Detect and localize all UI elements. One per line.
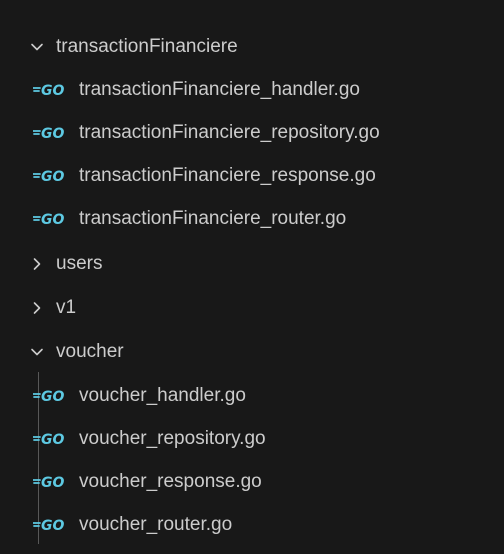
file-item[interactable]: GO voucher_response.go [0, 460, 504, 504]
folder-label: voucher [56, 341, 124, 362]
file-label: voucher_router.go [79, 514, 233, 535]
file-label: transactionFinanciere_handler.go [79, 79, 360, 100]
file-explorer-tree: transactionFinanciere GO transactionFina… [0, 0, 504, 554]
file-item[interactable]: GO transactionFinanciere_response.go [0, 154, 504, 198]
svg-text:GO: GO [41, 475, 64, 491]
svg-text:GO: GO [41, 389, 64, 405]
chevron-down-icon [26, 36, 48, 58]
go-file-icon: GO [33, 515, 75, 535]
folder-voucher[interactable]: voucher [0, 330, 504, 374]
folder-label: v1 [56, 297, 77, 318]
file-item[interactable]: GO transactionFinanciere_router.go [0, 197, 504, 241]
file-item[interactable]: GO transactionFinanciere_repository.go [0, 111, 504, 155]
file-label: transactionFinanciere_response.go [79, 165, 376, 186]
file-label: voucher_repository.go [79, 428, 266, 449]
go-file-icon: GO [33, 209, 75, 229]
folder-transactionfinanciere[interactable]: transactionFinanciere [0, 25, 504, 69]
chevron-right-icon [26, 297, 48, 319]
folder-users[interactable]: users [0, 242, 504, 286]
svg-text:GO: GO [41, 83, 64, 99]
chevron-right-icon [26, 253, 48, 275]
go-file-icon: GO [33, 386, 75, 406]
svg-text:GO: GO [41, 518, 64, 534]
go-file-icon: GO [33, 123, 75, 143]
folder-label: users [56, 253, 103, 274]
file-label: transactionFinanciere_repository.go [79, 122, 380, 143]
go-file-icon: GO [33, 429, 75, 449]
file-item[interactable]: GO voucher_router.go [0, 503, 504, 547]
file-label: voucher_response.go [79, 471, 262, 492]
chevron-down-icon [26, 341, 48, 363]
file-item[interactable]: GO voucher_handler.go [0, 374, 504, 418]
file-label: voucher_handler.go [79, 385, 246, 406]
file-label: transactionFinanciere_router.go [79, 208, 347, 229]
go-file-icon: GO [33, 166, 75, 186]
file-item[interactable]: GO voucher_repository.go [0, 417, 504, 461]
svg-text:GO: GO [41, 432, 64, 448]
svg-text:GO: GO [41, 126, 64, 142]
folder-v1[interactable]: v1 [0, 286, 504, 330]
go-file-icon: GO [33, 80, 75, 100]
svg-text:GO: GO [41, 212, 64, 228]
file-item[interactable]: GO transactionFinanciere_handler.go [0, 68, 504, 112]
folder-label: transactionFinanciere [56, 36, 238, 57]
go-file-icon: GO [33, 472, 75, 492]
svg-text:GO: GO [41, 169, 64, 185]
